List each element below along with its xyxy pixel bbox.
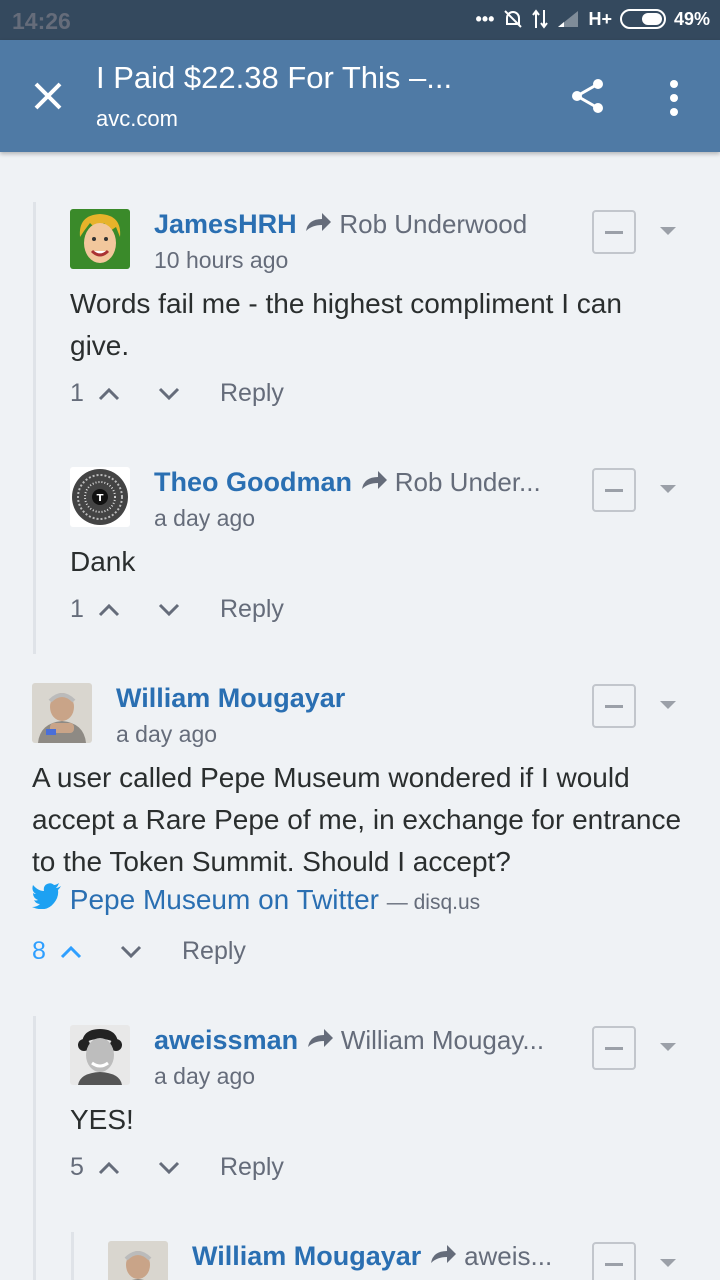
downvote-icon[interactable] xyxy=(120,945,142,959)
comment-actions: 8 Reply xyxy=(32,937,246,966)
link-title[interactable]: Pepe Museum on Twitter xyxy=(70,884,379,915)
app-bar: I Paid $22.38 For This –... avc.com xyxy=(0,40,720,152)
comment-author[interactable]: William Mougayar xyxy=(116,683,345,714)
comment-body: A user called Pepe Museum wondered if I … xyxy=(32,762,682,877)
battery-icon xyxy=(619,9,666,29)
reply-to[interactable]: Rob Underwood xyxy=(304,209,527,239)
data-transfer-icon xyxy=(532,9,549,29)
upvote-icon[interactable] xyxy=(60,945,82,959)
svg-text:T: T xyxy=(97,493,104,504)
collapse-button[interactable] xyxy=(592,210,636,254)
reply-to[interactable]: William Mougay... xyxy=(306,1025,544,1055)
downvote-icon[interactable] xyxy=(158,603,180,617)
downvote-icon[interactable] xyxy=(158,1161,180,1175)
comment-actions: 5 Reply xyxy=(70,1153,284,1182)
reply-arrow-icon xyxy=(361,471,387,489)
collapse-button[interactable] xyxy=(592,684,636,728)
twitter-bird-icon xyxy=(32,883,61,910)
chevron-down-icon[interactable] xyxy=(660,701,676,709)
battery-level: 49% xyxy=(673,8,710,29)
network-type: H+ xyxy=(588,8,612,29)
comment-feed[interactable]: JamesHRH Rob Underwood 10 hours ago Word… xyxy=(0,152,720,1280)
overflow-menu-icon[interactable] xyxy=(664,78,684,118)
reply-to[interactable]: Rob Under... xyxy=(360,467,541,497)
link-domain: — disq.us xyxy=(386,891,481,914)
comment-time[interactable]: a day ago xyxy=(154,1063,255,1090)
more-notifications-icon: ••• xyxy=(475,8,495,29)
status-icons: ••• H+ 49% xyxy=(476,8,710,30)
avatar[interactable] xyxy=(70,209,130,269)
thread-line xyxy=(33,202,36,654)
comment-actions: 1 Reply xyxy=(70,595,284,624)
alarm-off-icon xyxy=(504,10,523,28)
reply-button[interactable]: Reply xyxy=(220,595,284,624)
vote-count: 8 xyxy=(32,937,46,965)
thread-line xyxy=(33,1016,36,1280)
comment-author[interactable]: JamesHRH Rob Underwood xyxy=(154,209,527,240)
page-domain: avc.com xyxy=(96,106,178,131)
vote-count: 5 xyxy=(70,1153,84,1181)
collapse-button[interactable] xyxy=(592,1242,636,1280)
status-time: 14:26 xyxy=(12,8,71,34)
downvote-icon[interactable] xyxy=(158,387,180,401)
reply-button[interactable]: Reply xyxy=(220,379,284,408)
comment-author[interactable]: Theo Goodman Rob Under... xyxy=(154,467,541,498)
upvote-icon[interactable] xyxy=(98,387,120,401)
vote-count: 1 xyxy=(70,595,84,623)
comment-time[interactable]: a day ago xyxy=(154,505,255,532)
close-icon[interactable] xyxy=(30,78,66,114)
avatar[interactable] xyxy=(32,683,92,743)
thread-line xyxy=(71,1232,74,1280)
comment-author[interactable]: aweissman William Mougay... xyxy=(154,1025,544,1056)
reply-button[interactable]: Reply xyxy=(220,1153,284,1182)
status-bar: 14:26 ••• H+ 49% xyxy=(0,0,720,40)
collapse-button[interactable] xyxy=(592,1026,636,1070)
avatar[interactable] xyxy=(108,1241,168,1280)
reply-to[interactable]: aweis... xyxy=(429,1241,552,1271)
share-icon[interactable] xyxy=(568,76,608,116)
comment-author[interactable]: William Mougayar aweis... xyxy=(192,1241,552,1272)
signal-icon xyxy=(558,11,579,27)
reply-arrow-icon xyxy=(430,1245,456,1263)
chevron-down-icon[interactable] xyxy=(660,485,676,493)
comment-body: Dank xyxy=(70,546,136,577)
reply-arrow-icon xyxy=(307,1029,333,1047)
avatar[interactable] xyxy=(70,1025,130,1085)
page-title: I Paid $22.38 For This –... xyxy=(96,60,453,95)
chevron-down-icon[interactable] xyxy=(660,1043,676,1051)
vote-count: 1 xyxy=(70,379,84,407)
comment-actions: 1 Reply xyxy=(70,379,284,408)
comment-time[interactable]: a day ago xyxy=(116,721,217,748)
embedded-link[interactable]: Pepe Museum on Twitter — disq.us xyxy=(32,883,480,916)
comment-body: Words fail me - the highest compliment I… xyxy=(70,288,622,361)
collapse-button[interactable] xyxy=(592,468,636,512)
upvote-icon[interactable] xyxy=(98,603,120,617)
reply-arrow-icon xyxy=(306,213,332,231)
comment-body: YES! xyxy=(70,1104,134,1135)
comment-time[interactable]: 10 hours ago xyxy=(154,247,288,274)
upvote-icon[interactable] xyxy=(98,1161,120,1175)
avatar[interactable]: T xyxy=(70,467,130,527)
chevron-down-icon[interactable] xyxy=(660,1259,676,1267)
chevron-down-icon[interactable] xyxy=(660,227,676,235)
reply-button[interactable]: Reply xyxy=(182,937,246,966)
